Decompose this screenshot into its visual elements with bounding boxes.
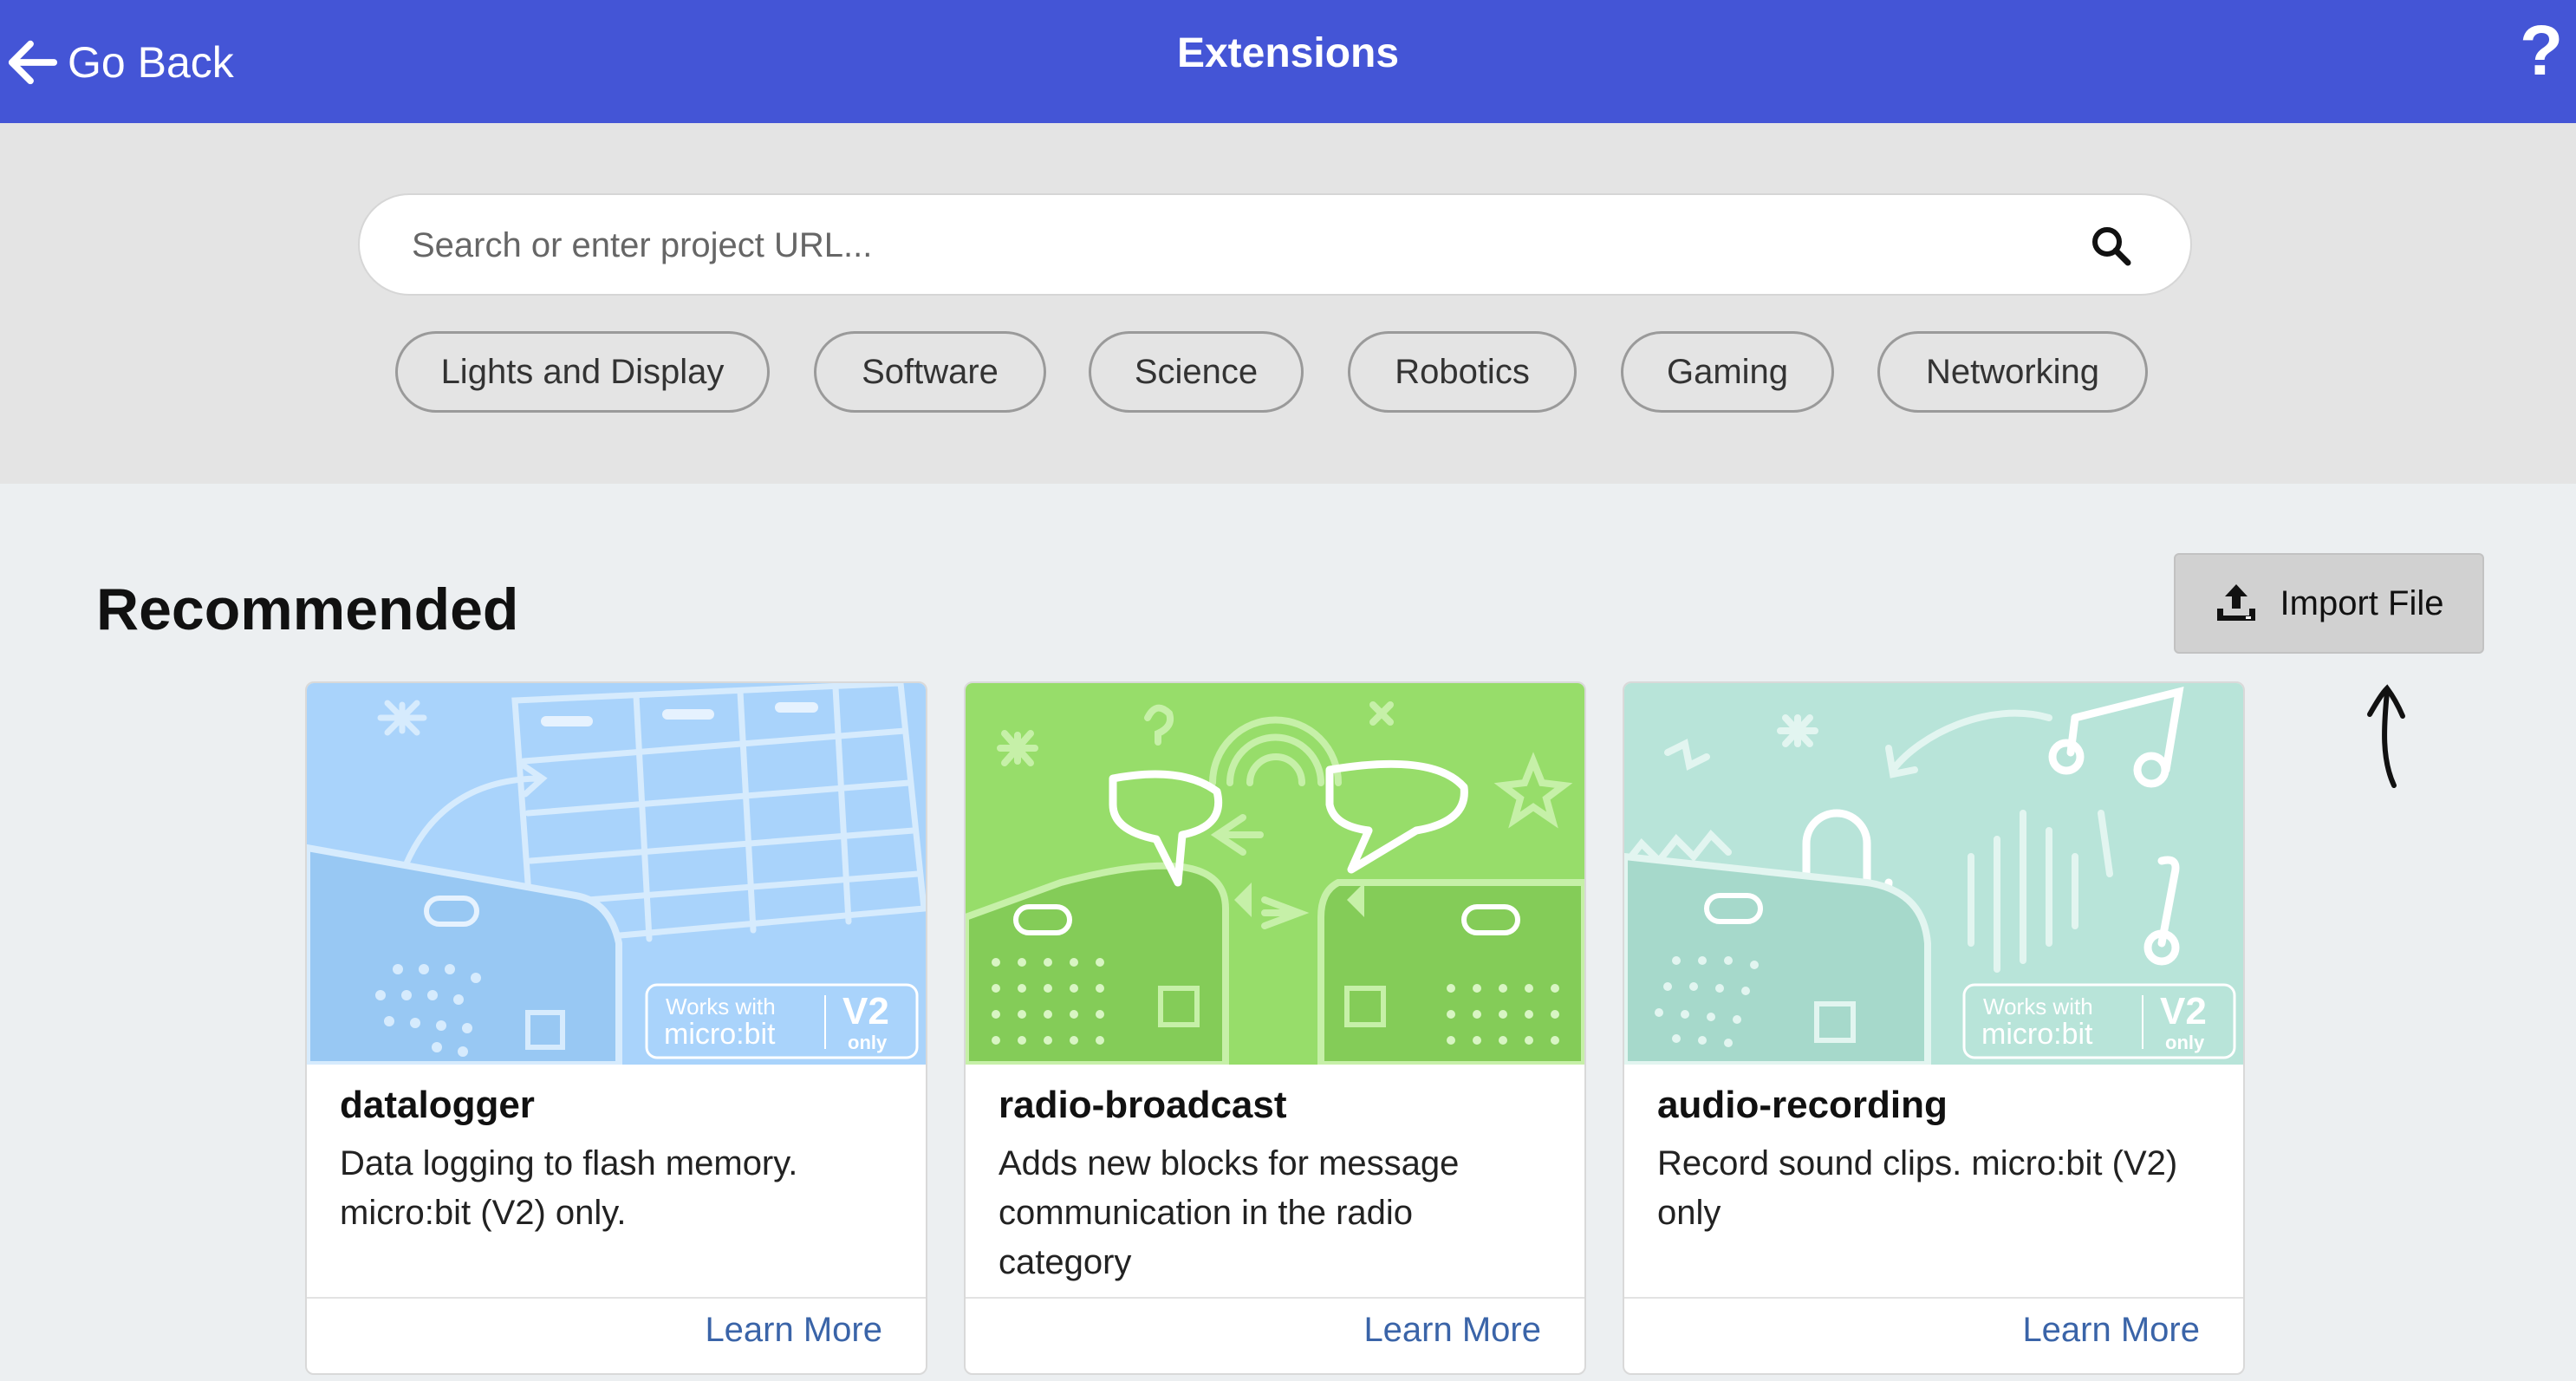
learn-more-link[interactable]: Learn More — [1363, 1311, 1541, 1350]
import-file-button[interactable]: Import File — [2174, 553, 2484, 654]
category-lights-and-display[interactable]: Lights and Display — [395, 331, 770, 413]
card-description: Adds new blocks for message communicatio… — [999, 1144, 1460, 1281]
badge-microbit: micro:bit — [664, 1018, 776, 1051]
search-icon[interactable] — [2090, 225, 2131, 266]
category-filters: Lights and Display Software Science Robo… — [0, 331, 2576, 414]
card-footer: Learn More — [307, 1297, 926, 1373]
category-robotics[interactable]: Robotics — [1348, 331, 1577, 413]
category-gaming[interactable]: Gaming — [1621, 331, 1834, 413]
category-science[interactable]: Science — [1089, 331, 1304, 413]
badge-only: only — [848, 1032, 888, 1053]
badge-version: V2 — [2160, 990, 2207, 1032]
card-title: datalogger — [340, 1084, 535, 1126]
works-with-badge: Works with micro:bit V2 only — [647, 985, 889, 1058]
card-description: Data logging to flash memory. micro:bit … — [340, 1144, 798, 1232]
help-button[interactable]: ? — [2515, 12, 2567, 90]
badge-version: V2 — [842, 990, 889, 1032]
datalogger-illustration — [307, 683, 926, 1065]
top-bar: Go Back Extensions ? — [0, 0, 2576, 123]
category-networking[interactable]: Networking — [1877, 331, 2148, 413]
card-description: Record sound clips. micro:bit (V2) only — [1657, 1144, 2178, 1232]
hand-drawn-arrow-icon — [2367, 684, 2405, 788]
search-box — [358, 193, 2192, 296]
card-title: radio-broadcast — [999, 1084, 1287, 1126]
badge-works-with: Works with — [1983, 993, 2093, 1019]
badge-only: only — [2165, 1032, 2205, 1053]
card-footer: Learn More — [966, 1297, 1584, 1373]
learn-more-link[interactable]: Learn More — [2022, 1311, 2200, 1350]
card-title: audio-recording — [1657, 1084, 1948, 1126]
extension-card-audio-recording[interactable]: Works with micro:bit V2 only audio-recor… — [1623, 681, 2245, 1375]
category-software[interactable]: Software — [814, 331, 1046, 413]
audio-recording-illustration — [1624, 683, 2243, 1065]
extension-card-radio-broadcast[interactable]: radio-broadcast Adds new blocks for mess… — [964, 681, 1586, 1375]
search-section: Lights and Display Software Science Robo… — [0, 123, 2576, 484]
card-footer: Learn More — [1624, 1297, 2243, 1373]
radio-broadcast-illustration — [966, 683, 1584, 1065]
upload-icon — [2216, 584, 2255, 621]
badge-microbit: micro:bit — [1981, 1018, 2093, 1051]
import-file-label: Import File — [2280, 583, 2444, 622]
page-title: Extensions — [1176, 29, 1400, 76]
works-with-badge: Works with micro:bit V2 only — [1964, 985, 2207, 1058]
badge-works-with: Works with — [666, 993, 776, 1019]
search-input[interactable] — [410, 195, 2060, 296]
learn-more-link[interactable]: Learn More — [705, 1311, 882, 1350]
extension-card-datalogger[interactable]: Works with micro:bit V2 only datalogger … — [305, 681, 927, 1375]
recommended-heading: Recommended — [96, 577, 519, 642]
